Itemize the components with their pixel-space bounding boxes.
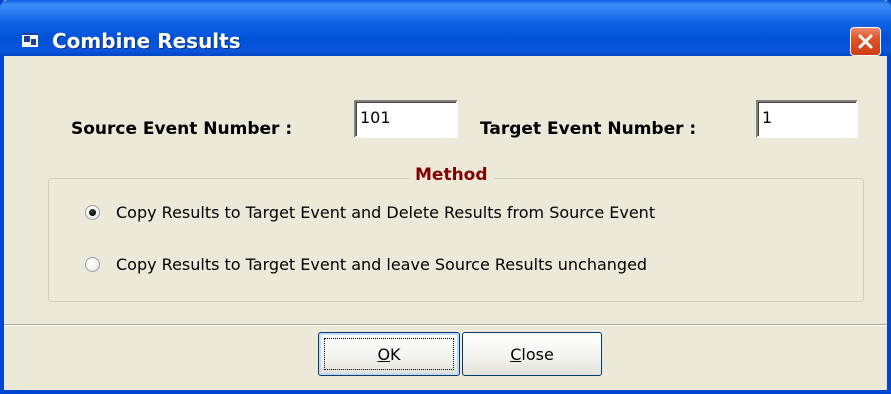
source-event-label: Source Event Number : <box>71 119 293 139</box>
target-event-input[interactable]: 1 <box>756 100 858 138</box>
close-button[interactable]: Close <box>462 332 602 376</box>
source-event-input[interactable]: 101 <box>354 100 458 138</box>
method-option-delete-source[interactable]: Copy Results to Target Event and Delete … <box>85 203 655 222</box>
radio-button-unchecked[interactable] <box>85 257 100 272</box>
radio-label: Copy Results to Target Event and Delete … <box>116 203 656 222</box>
title-bar[interactable]: Combine Results <box>0 0 891 56</box>
method-groupbox: Method Copy Results to Target Event and … <box>48 165 864 302</box>
results-window-icon <box>22 33 38 47</box>
close-x-icon <box>858 34 873 49</box>
close-button-label: Close <box>510 344 554 364</box>
method-option-keep-source[interactable]: Copy Results to Target Event and leave S… <box>85 255 647 274</box>
focus-rectangle <box>324 338 454 370</box>
dialog-window: Combine Results Source Event Number : 10… <box>0 0 891 394</box>
radio-button-checked[interactable] <box>85 205 100 220</box>
target-event-label: Target Event Number : <box>480 119 697 139</box>
ok-button[interactable]: OK <box>318 332 460 376</box>
window-title: Combine Results <box>52 29 241 53</box>
close-window-button[interactable] <box>850 27 881 56</box>
dialog-content: Source Event Number : 101 Target Event N… <box>4 56 887 390</box>
method-group-title: Method <box>409 165 494 185</box>
radio-label: Copy Results to Target Event and leave S… <box>116 255 648 274</box>
